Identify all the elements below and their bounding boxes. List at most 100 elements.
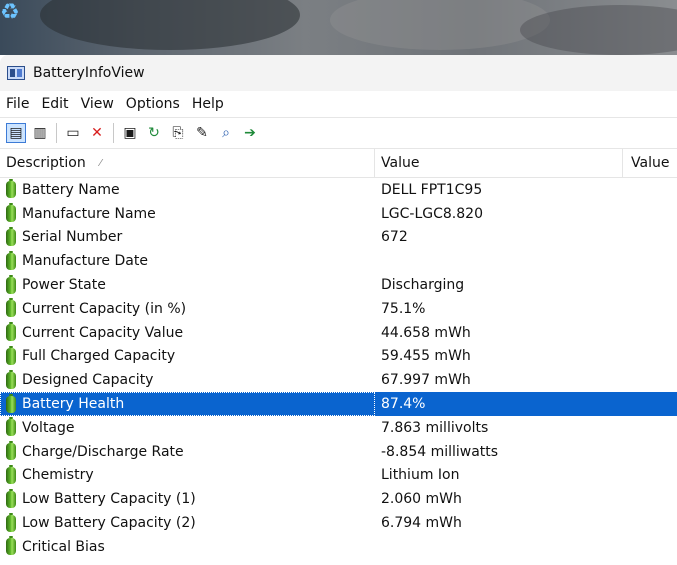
sort-ascending-icon: ⁄ <box>99 157 102 169</box>
refresh-icon: ↻ <box>148 125 160 141</box>
list-item-value: LGC-LGC8.820 <box>381 205 483 222</box>
list-item[interactable]: Voltage 7.863 millivolts <box>0 416 677 440</box>
save-icon: ▣ <box>123 125 137 141</box>
list-item-value: DELL FPT1C95 <box>381 181 483 198</box>
list-item-description: Low Battery Capacity (1) <box>0 487 375 511</box>
list-item-label: Full Charged Capacity <box>22 348 176 365</box>
list-item-label: Designed Capacity <box>22 372 154 389</box>
text-report-icon: ▥ <box>33 125 47 141</box>
list-item-description: Battery Health <box>0 392 375 416</box>
list-item[interactable]: Low Battery Capacity (1) 2.060 mWh <box>0 487 677 511</box>
list-item-value: 7.863 millivolts <box>381 419 489 436</box>
toolbar-separator <box>56 123 57 143</box>
column-header-value-label: Value <box>381 155 420 171</box>
list-item[interactable]: Charge/Discharge Rate -8.854 milliwatts <box>0 440 677 464</box>
find-icon: ⌕ <box>222 125 230 141</box>
menu-edit[interactable]: Edit <box>35 96 74 112</box>
battery-icon <box>6 417 16 437</box>
html-report-button[interactable]: ▤ <box>6 123 26 143</box>
properties-button[interactable]: ✎ <box>192 123 212 143</box>
list-item-label: Current Capacity (in %) <box>22 300 187 317</box>
list-item-description: Low Battery Capacity (2) <box>0 511 375 535</box>
list-item-value: Discharging <box>381 277 465 294</box>
find-button[interactable]: ⌕ <box>216 123 236 143</box>
menu-options[interactable]: Options <box>120 96 186 112</box>
copy-button[interactable]: ⎘ <box>168 123 188 143</box>
list-item-description: Current Capacity (in %) <box>0 297 375 321</box>
window-title: BatteryInfoView <box>33 65 145 81</box>
column-header-description[interactable]: Description ⁄ <box>0 149 375 177</box>
battery-icon <box>6 464 16 484</box>
list-item-label: Voltage <box>22 419 75 436</box>
list-item-value: 44.658 mWh <box>381 324 471 341</box>
delete-button[interactable]: ✕ <box>87 123 107 143</box>
battery-icon <box>6 441 16 461</box>
menu-file[interactable]: File <box>0 96 35 112</box>
save-button[interactable]: ▣ <box>120 123 140 143</box>
list-item-description: Manufacture Name <box>0 202 375 226</box>
list-item-label: Charge/Discharge Rate <box>22 443 184 460</box>
recycle-bin-icon[interactable]: ♻ <box>0 0 22 28</box>
list-item[interactable]: Low Battery Capacity (2) 6.794 mWh <box>0 511 677 535</box>
list-item-value: 59.455 mWh <box>381 348 471 365</box>
list-item[interactable]: Battery Name DELL FPT1C95 <box>0 178 677 202</box>
list-item-description: Power State <box>0 273 375 297</box>
column-header-value-2-label: Value <box>631 155 670 171</box>
list-item-value: 87.4% <box>381 396 426 413</box>
battery-icon <box>6 345 16 365</box>
list-item[interactable]: Manufacture Date <box>0 249 677 273</box>
properties-icon: ✎ <box>196 125 208 141</box>
list-item-label: Battery Health <box>22 396 125 413</box>
battery-icon <box>6 203 16 223</box>
list-item[interactable]: Full Charged Capacity 59.455 mWh <box>0 345 677 369</box>
list-item[interactable]: Battery Health 87.4% <box>0 392 677 416</box>
list-header: Description ⁄ Value Value <box>0 149 677 178</box>
list-item[interactable]: Chemistry Lithium Ion <box>0 464 677 488</box>
battery-info-list: Battery Name DELL FPT1C95 Manufacture Name… <box>0 178 677 559</box>
list-item[interactable]: Current Capacity Value 44.658 mWh <box>0 321 677 345</box>
menu-bar: File Edit View Options Help <box>0 91 677 117</box>
battery-icon <box>6 298 16 318</box>
menu-help[interactable]: Help <box>186 96 230 112</box>
list-item-label: Chemistry <box>22 467 94 484</box>
list-item[interactable]: Power State Discharging <box>0 273 677 297</box>
list-item-description: Battery Name <box>0 178 375 202</box>
list-item-label: Manufacture Name <box>22 205 156 222</box>
title-bar[interactable]: BatteryInfoView <box>0 55 677 91</box>
battery-icon <box>6 250 16 270</box>
properties-window-icon: ▭ <box>66 125 80 141</box>
toolbar-separator <box>113 123 114 143</box>
list-item-description: Charge/Discharge Rate <box>0 440 375 464</box>
list-item[interactable]: Designed Capacity 67.997 mWh <box>0 368 677 392</box>
list-item-label: Power State <box>22 277 106 294</box>
app-window: BatteryInfoView File Edit View Options H… <box>0 55 677 565</box>
list-item-value: 672 <box>381 229 408 246</box>
list-item-description: Full Charged Capacity <box>0 345 375 369</box>
list-item[interactable]: Current Capacity (in %) 75.1% <box>0 297 677 321</box>
list-item-value: Lithium Ion <box>381 467 460 484</box>
battery-icon <box>6 536 16 556</box>
list-item-label: Critical Bias <box>22 538 105 555</box>
copy-icon: ⎘ <box>172 125 184 141</box>
list-item-value: 2.060 mWh <box>381 491 462 508</box>
toolbar: ▤ ▥ ▭ ✕ ▣ ↻ ⎘ ✎ ⌕ ➔ <box>0 117 677 149</box>
list-item[interactable]: Manufacture Name LGC-LGC8.820 <box>0 202 677 226</box>
exit-icon: ➔ <box>244 125 256 141</box>
text-report-button[interactable]: ▥ <box>30 123 50 143</box>
list-item[interactable]: Critical Bias <box>0 535 677 559</box>
html-report-icon: ▤ <box>9 125 23 141</box>
delete-icon: ✕ <box>91 125 103 141</box>
properties-window-button[interactable]: ▭ <box>63 123 83 143</box>
column-header-value[interactable]: Value <box>375 149 623 177</box>
battery-icon <box>6 512 16 532</box>
list-item-label: Low Battery Capacity (1) <box>22 491 196 508</box>
battery-icon <box>6 274 16 294</box>
exit-button[interactable]: ➔ <box>240 123 260 143</box>
menu-view[interactable]: View <box>75 96 120 112</box>
list-item-label: Current Capacity Value <box>22 324 184 341</box>
list-item[interactable]: Serial Number 672 <box>0 226 677 250</box>
refresh-button[interactable]: ↻ <box>144 123 164 143</box>
battery-icon <box>6 322 16 342</box>
battery-icon <box>6 488 16 508</box>
column-header-value-2[interactable]: Value <box>623 149 677 177</box>
